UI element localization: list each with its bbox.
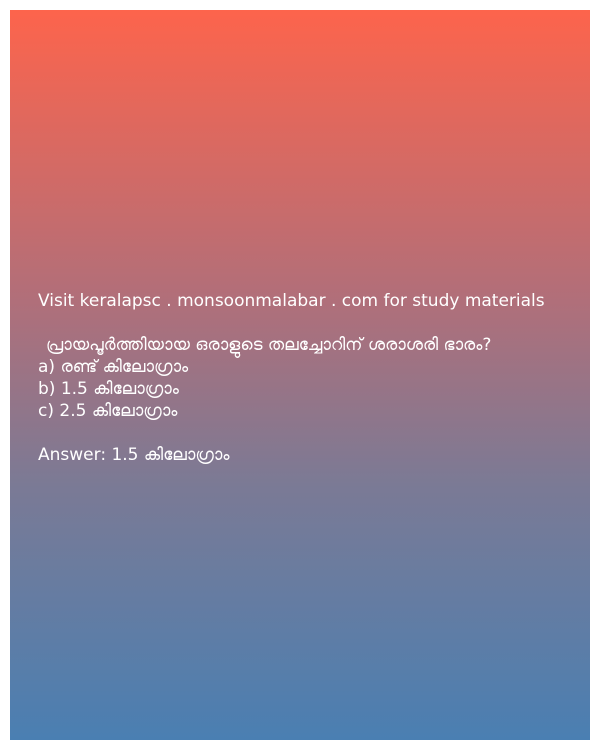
quiz-content: Visit keralapsc . monsoonmalabar . com f… — [38, 290, 578, 466]
option-c: c) 2.5 കിലോഗ്രാം — [38, 401, 178, 421]
question-text: പ്രായപൂർത്തിയായ ഒരാളുടെ തലച്ചോറിന് ശരാശര… — [46, 335, 492, 355]
quiz-card: Visit keralapsc . monsoonmalabar . com f… — [10, 10, 590, 740]
promo-text: Visit keralapsc . monsoonmalabar . com f… — [38, 291, 545, 311]
option-b: b) 1.5 കിലോഗ്രാം — [38, 379, 179, 399]
answer-text: Answer: 1.5 കിലോഗ്രാം — [38, 445, 230, 465]
option-a: a) രണ്ട് കിലോഗ്രാം — [38, 357, 189, 377]
